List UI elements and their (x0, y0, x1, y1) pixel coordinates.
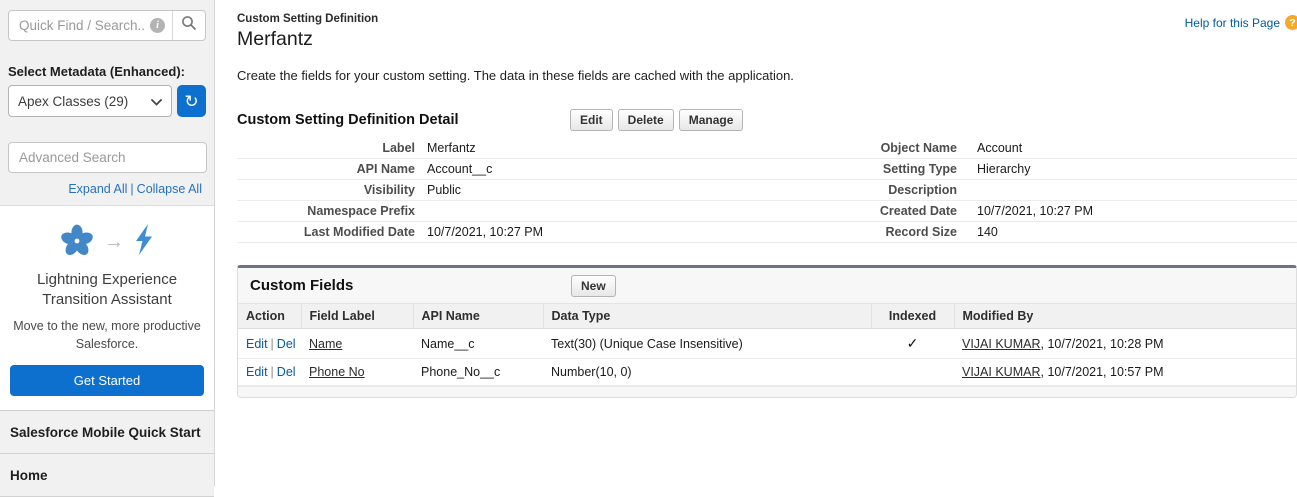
detail-row: Last Modified Date 10/7/2021, 10:27 PM R… (237, 222, 1297, 243)
lx-title-line1: Lightning Experience (36, 271, 178, 288)
search-button[interactable] (172, 11, 205, 40)
detail-row: Namespace Prefix Created Date 10/7/2021,… (237, 201, 1297, 222)
arrow-right-icon: → (104, 231, 124, 253)
detail-label: Description (888, 183, 957, 197)
modified-by-date: , 10/7/2021, 10:57 PM (1040, 365, 1164, 379)
detail-table: Label Merfantz Object Name Account API N… (237, 138, 1297, 243)
detail-label: Setting Type (882, 162, 957, 176)
custom-fields-title: Custom Fields (250, 277, 354, 294)
data-type-cell: Number(10, 0) (543, 358, 871, 386)
indexed-check-icon: ✓ (906, 335, 919, 351)
refresh-icon: ↻ (184, 91, 199, 111)
detail-label: Record Size (885, 225, 957, 239)
breadcrumb: Custom Setting Definition (237, 13, 379, 25)
col-indexed: Indexed (870, 303, 954, 329)
detail-value: Hierarchy (977, 162, 1031, 176)
detail-label: API Name (356, 162, 415, 176)
table-row: Edit | Del Name Name__c Text(30) (Unique C… (238, 328, 1296, 359)
advanced-search-input[interactable] (8, 142, 207, 173)
modified-by-user-link[interactable]: VIJAI KUMAR (962, 337, 1041, 351)
data-type-cell: Text(30) (Unique Case Insensitive) (543, 328, 871, 359)
action-separator: | (270, 336, 274, 351)
detail-label: Visibility (363, 183, 415, 197)
classic-clover-icon (59, 222, 95, 263)
detail-label: Label (382, 141, 415, 155)
detail-value: 10/7/2021, 10:27 PM (427, 225, 544, 239)
panel-footer (238, 386, 1296, 397)
detail-section-title: Custom Setting Definition Detail (237, 112, 459, 128)
detail-label: Created Date (879, 204, 957, 218)
row-del-link[interactable]: Del (277, 337, 296, 351)
api-name-cell: Phone_No__c (413, 358, 543, 386)
detail-value: 140 (977, 225, 998, 239)
tree-expand-links: Expand All | Collapse All (0, 182, 202, 196)
help-for-this-page-link[interactable]: Help for this Page (1185, 16, 1280, 30)
quick-find-input[interactable] (9, 18, 150, 33)
links-separator: | (130, 182, 134, 196)
lightning-transition-panel: → Lightning Experience Transition Assist… (0, 205, 214, 412)
lx-subtitle: Move to the new, more productive Salesfo… (13, 319, 201, 352)
action-separator: | (270, 365, 274, 379)
setup-sidebar: i Select Metadata (Enhanced): Apex Class… (0, 0, 215, 497)
collapse-all-link[interactable]: Collapse All (137, 182, 202, 196)
api-name-cell: Name__c (413, 328, 543, 359)
detail-value: Account__c (427, 162, 493, 176)
main-content: Custom Setting Definition Merfantz Help … (216, 0, 1297, 486)
detail-row: Label Merfantz Object Name Account (237, 138, 1297, 159)
col-action: Action (238, 303, 301, 329)
expand-all-link[interactable]: Expand All (68, 182, 127, 196)
page-title: Merfantz (237, 28, 313, 50)
detail-value: 10/7/2021, 10:27 PM (977, 204, 1094, 218)
refresh-metadata-button[interactable]: ↻ (177, 85, 206, 117)
custom-fields-table: Action Field Label API Name Data Type In… (238, 303, 1296, 386)
row-del-link[interactable]: Del (277, 365, 296, 379)
select-metadata-label: Select Metadata (Enhanced): (8, 64, 185, 79)
lightning-bolt-icon (133, 224, 155, 261)
custom-fields-panel: Custom Fields New Action Field Label API… (237, 265, 1297, 398)
lx-title-line2: Transition Assistant (42, 290, 172, 308)
sidebar-item-mobile-quick-start[interactable]: Salesforce Mobile Quick Start (0, 411, 214, 455)
detail-label: Object Name (880, 141, 957, 155)
col-modified-by: Modified By (953, 303, 1296, 329)
row-edit-link[interactable]: Edit (246, 337, 268, 351)
search-icon (181, 15, 197, 36)
detail-row: API Name Account__c Setting Type Hierarc… (237, 159, 1297, 180)
chevron-down-icon (151, 94, 162, 109)
detail-row: Visibility Public Description (237, 180, 1297, 201)
manage-button[interactable]: Manage (678, 109, 744, 132)
table-row: Edit | Del Phone No Phone_No__c Number(10,… (238, 358, 1296, 386)
modified-by-user-link[interactable]: VIJAI KUMAR (962, 365, 1041, 379)
metadata-select[interactable]: Apex Classes (29) (8, 85, 172, 117)
detail-value: Merfantz (427, 141, 476, 155)
page-description: Create the fields for your custom settin… (237, 68, 794, 83)
detail-value: Public (427, 183, 462, 197)
quick-find-search-box[interactable]: i (8, 10, 206, 41)
detail-label: Last Modified Date (303, 225, 415, 239)
col-data-type: Data Type (542, 303, 871, 329)
table-header-row: Action Field Label API Name Data Type In… (238, 303, 1296, 329)
row-edit-link[interactable]: Edit (246, 365, 268, 379)
metadata-selected-value: Apex Classes (29) (18, 93, 129, 109)
new-field-button[interactable]: New (571, 275, 616, 298)
sidebar-item-home[interactable]: Home (0, 454, 214, 497)
modified-by-date: , 10/7/2021, 10:28 PM (1040, 336, 1164, 351)
col-field-label: Field Label (300, 303, 413, 329)
detail-value: Account (977, 141, 1023, 155)
field-label-link[interactable]: Phone No (309, 365, 365, 379)
edit-button[interactable]: Edit (570, 109, 613, 132)
detail-label: Namespace Prefix (307, 204, 415, 218)
delete-button[interactable]: Delete (617, 109, 674, 132)
info-icon: i (150, 18, 165, 33)
get-started-button[interactable]: Get Started (10, 365, 204, 397)
field-label-link[interactable]: Name (309, 337, 342, 351)
col-api-name: API Name (412, 303, 543, 329)
help-icon[interactable]: ? (1285, 15, 1297, 30)
